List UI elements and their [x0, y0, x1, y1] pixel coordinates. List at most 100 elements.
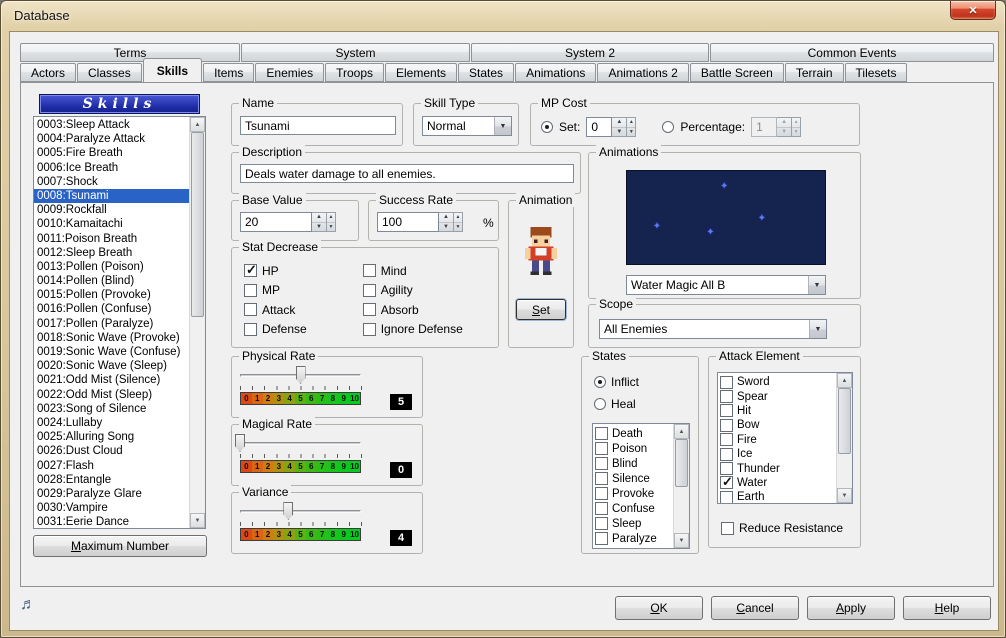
apply-button[interactable]: Apply — [807, 596, 895, 620]
skill-list-item[interactable]: 0024:Lullaby — [34, 416, 189, 430]
element-checkbox-row[interactable]: Thunder — [718, 461, 836, 475]
scroll-up-icon[interactable]: ▲ — [190, 117, 205, 132]
checkbox[interactable] — [595, 517, 608, 530]
skill-list-item[interactable]: 0026:Dust Cloud — [34, 444, 189, 458]
scroll-track[interactable] — [837, 388, 852, 488]
cancel-button[interactable]: Cancel — [711, 596, 799, 620]
element-checkbox-row[interactable]: Fire — [718, 433, 836, 447]
skill-list[interactable]: 0003:Sleep Attack0004:Paralyze Attack000… — [33, 116, 206, 529]
state-checkbox-row[interactable]: Sleep — [593, 516, 673, 531]
skill-list-item[interactable]: 0027:Flash — [34, 459, 189, 473]
skill-list-item[interactable]: 0022:Odd Mist (Sleep) — [34, 388, 189, 402]
tab[interactable]: Classes — [77, 63, 142, 82]
slider-thumb[interactable] — [235, 434, 245, 452]
skill-list-item[interactable]: 0028:Entangle — [34, 473, 189, 487]
scroll-down-icon[interactable]: ▼ — [190, 513, 205, 528]
checkbox[interactable] — [244, 284, 257, 297]
skill-list-item[interactable]: 0003:Sleep Attack — [34, 118, 189, 132]
element-checkbox-row[interactable]: Hit — [718, 404, 836, 418]
slider-thumb[interactable] — [296, 366, 306, 384]
element-checkbox-row[interactable]: Ice — [718, 447, 836, 461]
checkbox[interactable] — [244, 303, 257, 316]
tab[interactable]: Actors — [20, 63, 76, 82]
element-checkbox-row[interactable]: Bow — [718, 418, 836, 432]
ok-button[interactable]: OK — [615, 596, 703, 620]
tab[interactable]: Common Events — [710, 43, 994, 62]
tab[interactable]: Animations — [515, 63, 596, 82]
titlebar[interactable]: Database ✕ — [1, 1, 1005, 31]
tab[interactable]: Terms — [20, 43, 240, 62]
tab[interactable]: Enemies — [255, 63, 324, 82]
state-checkbox-row[interactable]: Paralyze — [593, 531, 673, 546]
animation-dropdown[interactable]: Water Magic All B ▼ — [626, 275, 826, 295]
skill-list-scrollbar[interactable]: ▲ ▼ — [189, 117, 205, 528]
checkbox[interactable] — [363, 284, 376, 297]
skill-list-item[interactable]: 0008:Tsunami — [34, 189, 189, 203]
skill-list-item[interactable]: 0005:Fire Breath — [34, 146, 189, 160]
checkbox[interactable] — [595, 427, 608, 440]
checkbox[interactable] — [595, 487, 608, 500]
state-checkbox-row[interactable]: Blind — [593, 456, 673, 471]
skill-list-item[interactable]: 0029:Paralyze Glare — [34, 487, 189, 501]
success-rate-input[interactable] — [377, 212, 439, 232]
element-scrollbar[interactable]: ▲ ▼ — [836, 373, 852, 503]
description-input[interactable] — [240, 164, 574, 183]
skill-list-item[interactable]: 0031:Eerie Dance — [34, 515, 189, 528]
spin-grip[interactable]: ▲▼ — [627, 117, 636, 137]
skill-list-item[interactable]: 0019:Sonic Wave (Confuse) — [34, 345, 189, 359]
skill-list-item[interactable]: 0017:Pollen (Paralyze) — [34, 317, 189, 331]
state-checkbox-row[interactable]: Silence — [593, 471, 673, 486]
checkbox[interactable] — [363, 264, 376, 277]
checkbox[interactable] — [595, 502, 608, 515]
heal-radio[interactable] — [594, 398, 606, 410]
checkbox[interactable] — [595, 532, 608, 545]
spin-grip[interactable]: ▲▼ — [454, 212, 463, 232]
mp-percentage-input[interactable] — [751, 117, 777, 137]
states-scrollbar[interactable]: ▲ ▼ — [673, 424, 689, 548]
spin-grip[interactable]: ▲▼ — [327, 212, 336, 232]
skill-list-item[interactable]: 0021:Odd Mist (Silence) — [34, 373, 189, 387]
stat-checkbox-row[interactable]: Defense — [244, 323, 307, 336]
mp-percentage-radio[interactable] — [662, 121, 674, 133]
stat-checkbox-row[interactable]: Absorb — [363, 303, 463, 316]
checkbox[interactable] — [720, 462, 733, 475]
tab[interactable]: Items — [203, 63, 254, 82]
state-checkbox-row[interactable]: Confuse — [593, 501, 673, 516]
checkbox[interactable] — [720, 376, 733, 389]
skill-list-item[interactable]: 0013:Pollen (Poison) — [34, 260, 189, 274]
stat-checkbox-row[interactable]: MP — [244, 284, 307, 297]
scroll-track[interactable] — [674, 439, 689, 533]
checkbox[interactable] — [244, 264, 257, 277]
heal-option[interactable]: Heal — [594, 397, 636, 411]
tab[interactable]: States — [458, 63, 514, 82]
scroll-up-icon[interactable]: ▲ — [837, 373, 852, 388]
skill-list-item[interactable]: 0011:Poison Breath — [34, 232, 189, 246]
tab[interactable]: Terrain — [785, 63, 844, 82]
element-checkbox-row[interactable]: Earth — [718, 490, 836, 503]
stat-checkbox-row[interactable]: Attack — [244, 303, 307, 316]
checkbox[interactable] — [363, 323, 376, 336]
chevron-down-icon[interactable]: ▼ — [808, 276, 825, 294]
stat-checkbox-row[interactable]: Ignore Defense — [363, 323, 463, 336]
reduce-resistance-option[interactable]: Reduce Resistance — [721, 521, 843, 535]
slider-track[interactable] — [240, 510, 361, 513]
help-button[interactable]: Help — [903, 596, 991, 620]
scroll-thumb[interactable] — [191, 132, 204, 317]
checkbox[interactable] — [720, 433, 733, 446]
tab[interactable]: Animations 2 — [597, 63, 688, 82]
spin-grip[interactable]: ▲▼ — [792, 117, 801, 137]
skill-list-item[interactable]: 0023:Song of Silence — [34, 402, 189, 416]
skill-type-dropdown[interactable]: Normal ▼ — [422, 116, 512, 136]
spin-up-down-buttons[interactable]: ▲▼ — [777, 117, 792, 137]
skill-name-input[interactable] — [240, 116, 396, 135]
slider-track[interactable] — [240, 442, 361, 445]
skill-list-item[interactable]: 0015:Pollen (Provoke) — [34, 288, 189, 302]
chevron-down-icon[interactable]: ▼ — [809, 320, 826, 338]
attack-element-list[interactable]: SwordSpearHitBowFireIceThunderWaterEarth… — [717, 372, 853, 504]
spin-up-down-buttons[interactable]: ▲▼ — [612, 117, 627, 137]
checkbox[interactable] — [720, 419, 733, 432]
scroll-down-icon[interactable]: ▼ — [674, 533, 689, 548]
tab[interactable]: Troops — [325, 63, 384, 82]
chevron-down-icon[interactable]: ▼ — [494, 117, 511, 135]
skill-list-item[interactable]: 0006:Ice Breath — [34, 161, 189, 175]
